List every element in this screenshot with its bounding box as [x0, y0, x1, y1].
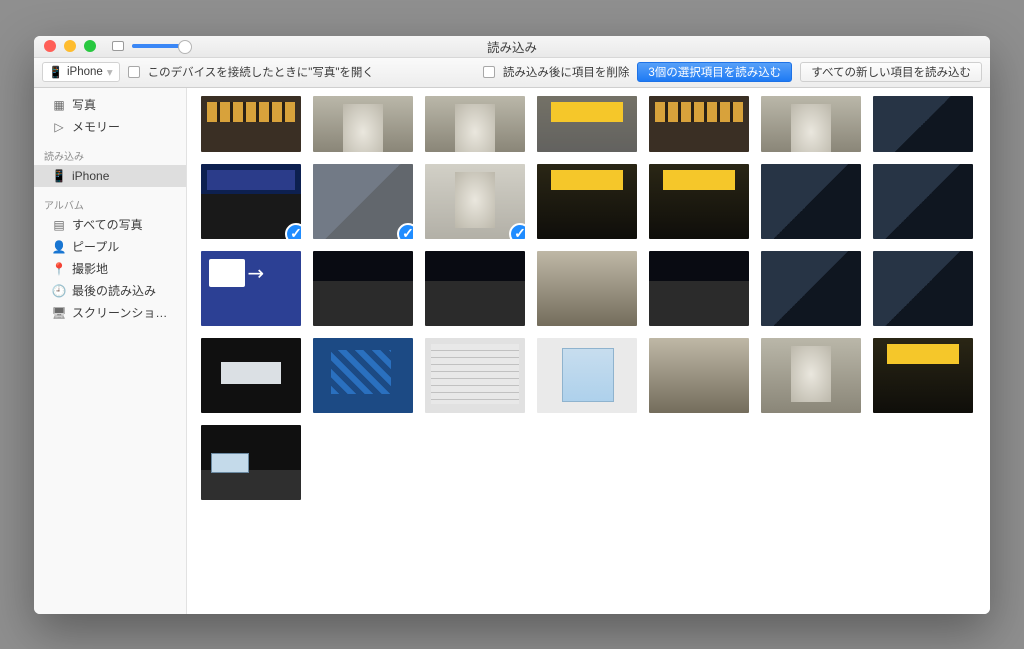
photo-thumbnail[interactable]	[313, 338, 413, 413]
selected-check-icon: ✓	[509, 223, 525, 239]
sidebar-item-label: 撮影地	[72, 260, 108, 277]
device-name-label: iPhone	[67, 66, 103, 78]
photo-thumbnail[interactable]	[425, 251, 525, 326]
photo-thumbnail[interactable]	[537, 338, 637, 413]
delete-after-import-label: 読み込み後に項目を削除	[503, 64, 630, 80]
delete-after-import-checkbox[interactable]	[483, 66, 495, 78]
photo-thumbnail[interactable]	[873, 164, 973, 239]
photo-thumbnail[interactable]	[425, 96, 525, 152]
minimize-window-button[interactable]	[64, 40, 76, 52]
photo-thumbnail[interactable]	[313, 96, 413, 152]
app-window: 読み込み 📱 iPhone ▾ このデバイスを接続したときに"写真"を開く 読み…	[34, 36, 990, 614]
clock-icon: 🕘	[52, 284, 66, 298]
device-disclosure-icon: ▾	[107, 65, 113, 79]
sidebar-header-albums: アルバム	[34, 187, 186, 214]
sidebar: ▦ 写真 ▷ メモリー 読み込み 📱 iPhone アルバム ▤ すべての写真 …	[34, 88, 187, 614]
titlebar: 読み込み	[34, 36, 990, 58]
sidebar-item-label: 最後の読み込み	[72, 282, 156, 299]
phone-icon: 📱	[52, 169, 66, 183]
sidebar-item-photos[interactable]: ▦ 写真	[34, 94, 186, 116]
memories-icon: ▷	[52, 120, 66, 134]
device-selector[interactable]: 📱 iPhone ▾	[42, 62, 120, 82]
photo-thumbnail[interactable]	[761, 338, 861, 413]
photo-thumbnail[interactable]	[649, 164, 749, 239]
photo-thumbnail[interactable]	[201, 425, 301, 500]
photo-thumbnail[interactable]	[537, 164, 637, 239]
sidebar-item-import-device[interactable]: 📱 iPhone	[34, 165, 186, 187]
sidebar-item-recent-import[interactable]: 🕘 最後の読み込み	[34, 280, 186, 302]
close-window-button[interactable]	[44, 40, 56, 52]
sidebar-item-all-photos[interactable]: ▤ すべての写真	[34, 214, 186, 236]
photo-thumbnail[interactable]: ↘	[201, 251, 301, 326]
sidebar-item-label: すべての写真	[72, 216, 143, 233]
open-photos-on-connect-checkbox[interactable]	[128, 66, 140, 78]
photo-thumbnail[interactable]	[537, 96, 637, 152]
sidebar-item-label: スクリーンショ…	[72, 304, 167, 321]
photo-thumbnail[interactable]	[761, 96, 861, 152]
photo-thumbnail[interactable]	[649, 338, 749, 413]
photo-thumbnail[interactable]	[201, 96, 301, 152]
arrow-icon: ↘	[241, 258, 271, 288]
sidebar-item-memories[interactable]: ▷ メモリー	[34, 116, 186, 138]
phone-icon: 📱	[49, 65, 63, 79]
photo-thumbnail[interactable]: ✓	[313, 164, 413, 239]
sidebar-item-label: 写真	[72, 96, 96, 113]
photos-icon: ▦	[52, 98, 66, 112]
import-selected-button[interactable]: 3個の選択項目を読み込む	[637, 62, 792, 82]
traffic-lights	[34, 40, 96, 52]
sidebar-item-label: メモリー	[72, 118, 120, 135]
photo-thumbnail[interactable]	[761, 164, 861, 239]
photo-grid-scroll[interactable]: ✓ ✓ ✓ ↘	[187, 88, 990, 614]
photo-grid: ✓ ✓ ✓ ↘	[187, 88, 990, 540]
photo-thumbnail[interactable]	[649, 96, 749, 152]
sidebar-item-people[interactable]: 👤 ピープル	[34, 236, 186, 258]
import-all-button[interactable]: すべての新しい項目を読み込む	[800, 62, 982, 82]
photo-thumbnail[interactable]	[873, 96, 973, 152]
photo-thumbnail[interactable]: ✓	[201, 164, 301, 239]
photo-thumbnail[interactable]	[649, 251, 749, 326]
zoom-window-button[interactable]	[84, 40, 96, 52]
photo-thumbnail[interactable]	[313, 251, 413, 326]
photo-thumbnail[interactable]	[537, 251, 637, 326]
open-photos-on-connect-label: このデバイスを接続したときに"写真"を開く	[148, 64, 374, 80]
photo-thumbnail[interactable]	[873, 338, 973, 413]
sidebar-item-screenshots[interactable]: 🖥 スクリーンショ…	[34, 302, 186, 324]
sidebar-item-label: ピープル	[72, 238, 119, 255]
photo-thumbnail[interactable]	[761, 251, 861, 326]
sidebar-header-import: 読み込み	[34, 138, 186, 165]
sidebar-item-label: iPhone	[72, 169, 109, 183]
photo-thumbnail[interactable]	[201, 338, 301, 413]
thumbnail-size-slider[interactable]	[132, 44, 188, 48]
import-toolbar: 📱 iPhone ▾ このデバイスを接続したときに"写真"を開く 読み込み後に項…	[34, 58, 990, 88]
photo-thumbnail[interactable]: ✓	[425, 164, 525, 239]
stack-icon: ▤	[52, 218, 66, 232]
pin-icon: 📍	[52, 262, 66, 276]
person-icon: 👤	[52, 240, 66, 254]
grid-view-icon	[112, 41, 124, 51]
selected-check-icon: ✓	[285, 223, 301, 239]
view-segment[interactable]	[112, 41, 124, 51]
photo-thumbnail[interactable]	[425, 338, 525, 413]
sidebar-item-places[interactable]: 📍 撮影地	[34, 258, 186, 280]
selected-check-icon: ✓	[397, 223, 413, 239]
photo-thumbnail[interactable]	[873, 251, 973, 326]
screen-icon: 🖥	[52, 306, 66, 320]
